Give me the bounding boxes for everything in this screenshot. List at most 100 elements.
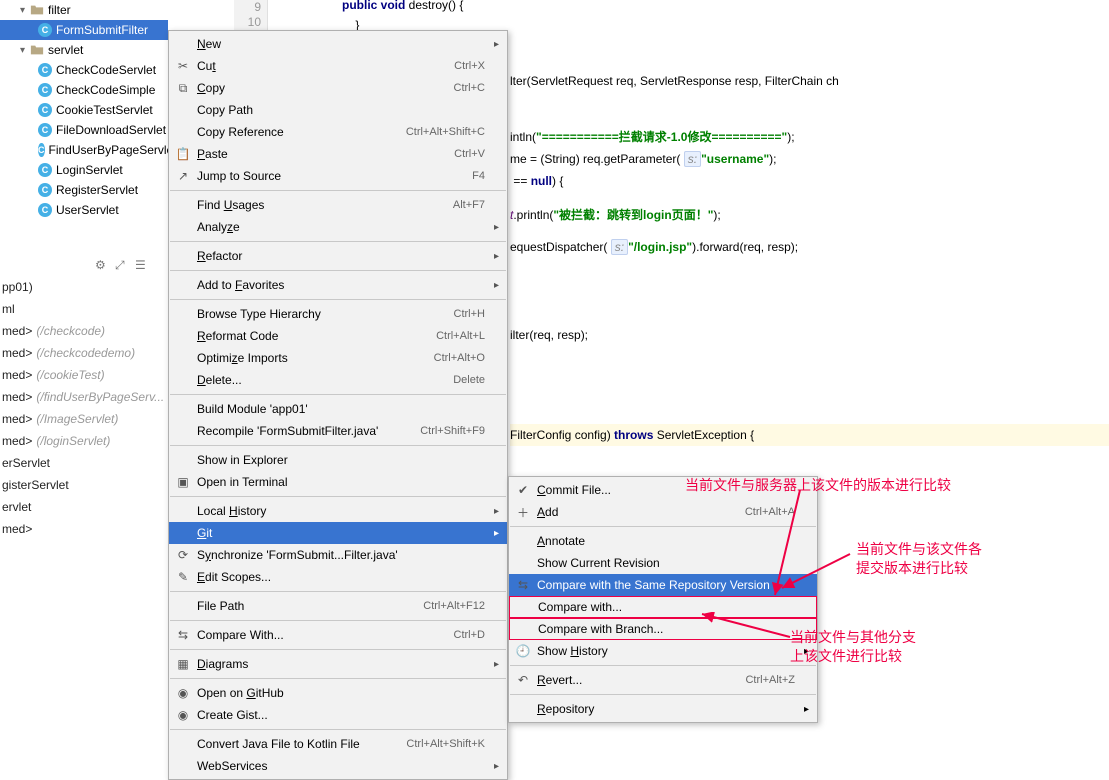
tree-class-cookietestservlet[interactable]: CCookieTestServlet xyxy=(0,100,168,120)
submenu-item-add[interactable]: ＋AddCtrl+Alt+A xyxy=(509,501,817,523)
structure-item[interactable]: erServlet xyxy=(0,456,168,478)
tree-class-filedownloadservlet[interactable]: CFileDownloadServlet xyxy=(0,120,168,140)
tree-label: servlet xyxy=(48,43,83,57)
menu-item-delete-[interactable]: Delete...Delete xyxy=(169,369,507,391)
expand-icon[interactable]: ⤢ xyxy=(115,258,129,272)
chevron-right-icon: ▸ xyxy=(494,659,499,670)
menu-label: Browse Type Hierarchy xyxy=(197,307,454,321)
menu-item-file-path[interactable]: File PathCtrl+Alt+F12 xyxy=(169,595,507,617)
menu-item-create-gist-[interactable]: ◉Create Gist... xyxy=(169,704,507,726)
menu-item-edit-scopes-[interactable]: ✎Edit Scopes... xyxy=(169,566,507,588)
menu-item-find-usages[interactable]: Find UsagesAlt+F7 xyxy=(169,194,507,216)
menu-item-reformat-code[interactable]: Reformat CodeCtrl+Alt+L xyxy=(169,325,507,347)
submenu-item-show-history[interactable]: 🕘Show History▸ xyxy=(509,640,817,662)
menu-item-cut[interactable]: ✂CutCtrl+X xyxy=(169,55,507,77)
menu-item-diagrams[interactable]: ▦Diagrams▸ xyxy=(169,653,507,675)
menu-item-new[interactable]: New▸ xyxy=(169,33,507,55)
structure-item[interactable]: med>(/findUserByPageServ... xyxy=(0,390,168,412)
menu-item-webservices[interactable]: WebServices▸ xyxy=(169,755,507,777)
menu-label: Cut xyxy=(197,59,454,73)
menu-item-convert-java-file-to-kotlin-file[interactable]: Convert Java File to Kotlin FileCtrl+Alt… xyxy=(169,733,507,755)
shortcut: Ctrl+Alt+Shift+C xyxy=(406,126,485,138)
diagram-icon: ▦ xyxy=(175,656,191,672)
menu-item-optimize-imports[interactable]: Optimize ImportsCtrl+Alt+O xyxy=(169,347,507,369)
menu-label: Recompile 'FormSubmitFilter.java' xyxy=(197,424,420,438)
menu-item-browse-type-hierarchy[interactable]: Browse Type HierarchyCtrl+H xyxy=(169,303,507,325)
menu-label: Compare with Branch... xyxy=(538,622,794,636)
tree-label: CheckCodeServlet xyxy=(56,63,156,77)
menu-label: Local History xyxy=(197,504,485,518)
annotation: 上该文件进行比较 xyxy=(790,646,902,666)
structure-item[interactable]: pp01) xyxy=(0,280,168,302)
submenu-item-revert-[interactable]: ↶Revert...Ctrl+Alt+Z xyxy=(509,669,817,691)
project-tree[interactable]: ▾ filter C FormSubmitFilter ▾ servlet CC… xyxy=(0,0,168,275)
structure-item[interactable]: ervlet xyxy=(0,500,168,522)
tree-class-userservlet[interactable]: CUserServlet xyxy=(0,200,168,220)
menu-item-compare-with-[interactable]: ⇆Compare With...Ctrl+D xyxy=(169,624,507,646)
tree-class-registerservlet[interactable]: C RegisterServlet xyxy=(0,180,168,200)
structure-item[interactable]: med>(/checkcode) xyxy=(0,324,168,346)
structure-item[interactable]: med>(/cookieTest) xyxy=(0,368,168,390)
git-submenu[interactable]: ✔Commit File...＋AddCtrl+Alt+AAnnotateSho… xyxy=(508,476,818,723)
menu-item-refactor[interactable]: Refactor▸ xyxy=(169,245,507,267)
submenu-item-annotate[interactable]: Annotate xyxy=(509,530,817,552)
tree-label: UserServlet xyxy=(56,203,119,217)
menu-item-jump-to-source[interactable]: ↗Jump to SourceF4 xyxy=(169,165,507,187)
menu-label: Add to Favorites xyxy=(197,278,485,292)
line-number: 9 xyxy=(234,0,261,15)
menu-item-local-history[interactable]: Local History▸ xyxy=(169,500,507,522)
structure-item[interactable]: med>(/ImageServlet) xyxy=(0,412,168,434)
menu-item-show-in-explorer[interactable]: Show in Explorer xyxy=(169,449,507,471)
submenu-item-compare-with-[interactable]: Compare with... xyxy=(509,596,817,618)
tree-class-formsubmitfilter[interactable]: C FormSubmitFilter xyxy=(0,20,168,40)
structure-item[interactable]: ml xyxy=(0,302,168,324)
menu-item-paste[interactable]: 📋PasteCtrl+V xyxy=(169,143,507,165)
menu-item-git[interactable]: Git▸ xyxy=(169,522,507,544)
structure-panel[interactable]: pp01)mlmed>(/checkcode)med>(/checkcodede… xyxy=(0,280,168,544)
tree-class-checkcodesimple[interactable]: CCheckCodeSimple xyxy=(0,80,168,100)
editor-gutter: 9 10 xyxy=(234,0,268,30)
menu-item-recompile-formsubmitfilter-java-[interactable]: Recompile 'FormSubmitFilter.java'Ctrl+Sh… xyxy=(169,420,507,442)
structure-item[interactable]: med>(/checkcodedemo) xyxy=(0,346,168,368)
github-icon: ◉ xyxy=(175,707,191,723)
tree-folder-filter[interactable]: ▾ filter xyxy=(0,0,168,20)
tree-class-loginservlet[interactable]: CLoginServlet xyxy=(0,160,168,180)
submenu-item-show-current-revision[interactable]: Show Current Revision xyxy=(509,552,817,574)
structure-item[interactable]: med> xyxy=(0,522,168,544)
chevron-right-icon: ▸ xyxy=(494,761,499,772)
tree-folder-servlet[interactable]: ▾ servlet xyxy=(0,40,168,60)
menu-item-open-in-terminal[interactable]: ▣Open in Terminal xyxy=(169,471,507,493)
menu-item-synchronize-formsubmit-filter-java-[interactable]: ⟳Synchronize 'FormSubmit...Filter.java' xyxy=(169,544,507,566)
submenu-item-compare-with-the-same-repository-version[interactable]: ⇆Compare with the Same Repository Versio… xyxy=(509,574,817,596)
shortcut: Ctrl+Alt+Z xyxy=(745,674,795,686)
chevron-down-icon: ▾ xyxy=(20,5,30,16)
menu-item-copy[interactable]: ⧉CopyCtrl+C xyxy=(169,77,507,99)
annotation: 提交版本进行比较 xyxy=(856,558,968,578)
menu-item-analyze[interactable]: Analyze▸ xyxy=(169,216,507,238)
menu-item-add-to-favorites[interactable]: Add to Favorites▸ xyxy=(169,274,507,296)
filter-icon[interactable]: ⚙ xyxy=(95,258,109,272)
settings-icon[interactable]: ☰ xyxy=(135,258,149,272)
menu-label: Delete... xyxy=(197,373,453,387)
structure-item[interactable]: gisterServlet xyxy=(0,478,168,500)
class-icon: C xyxy=(38,183,52,197)
submenu-item-repository[interactable]: Repository▸ xyxy=(509,698,817,720)
github-icon: ◉ xyxy=(175,685,191,701)
cut-icon: ✂ xyxy=(175,58,191,74)
context-menu[interactable]: New▸✂CutCtrl+X⧉CopyCtrl+CCopy PathCopy R… xyxy=(168,30,508,780)
structure-item[interactable]: med>(/loginServlet) xyxy=(0,434,168,456)
menu-item-copy-path[interactable]: Copy Path xyxy=(169,99,507,121)
submenu-item-compare-with-branch-[interactable]: Compare with Branch... xyxy=(509,618,817,640)
menu-item-open-on-github[interactable]: ◉Open on GitHub xyxy=(169,682,507,704)
tree-class-finduserbypageservlet[interactable]: CFindUserByPageServlet xyxy=(0,140,168,160)
menu-item-build-module-app-[interactable]: Build Module 'app01' xyxy=(169,398,507,420)
menu-label: Git xyxy=(197,526,485,540)
menu-label: Compare With... xyxy=(197,628,454,642)
add-icon: ＋ xyxy=(515,504,531,520)
class-icon: C xyxy=(38,23,52,37)
tree-label: LoginServlet xyxy=(56,163,123,177)
chevron-down-icon: ▾ xyxy=(20,45,30,56)
tree-label: RegisterServlet xyxy=(56,183,138,197)
menu-item-copy-reference[interactable]: Copy ReferenceCtrl+Alt+Shift+C xyxy=(169,121,507,143)
tree-class-checkcodeservlet[interactable]: CCheckCodeServlet xyxy=(0,60,168,80)
